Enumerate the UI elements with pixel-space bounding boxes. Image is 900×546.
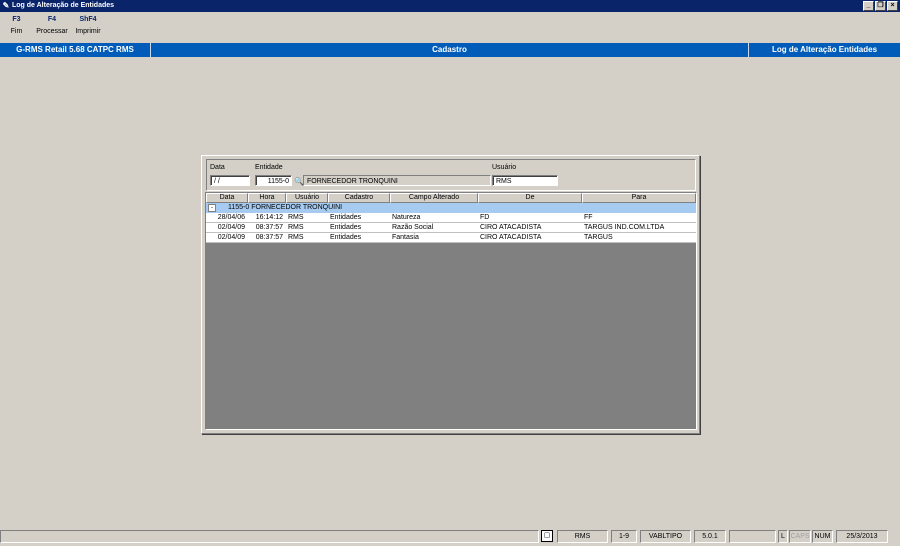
entidade-label: Entidade xyxy=(255,164,283,171)
processar-button[interactable]: F4 Processar xyxy=(33,14,71,40)
status-version: 5.0.1 xyxy=(694,530,726,543)
entidade-code-input[interactable]: 1155-0 xyxy=(255,175,292,186)
column-header-campo-alterado[interactable]: Campo Alterado xyxy=(390,193,478,203)
status-table: VABLTIPO xyxy=(640,530,691,543)
status-num: NUM xyxy=(812,530,833,543)
data-input[interactable]: / / xyxy=(210,175,250,186)
restore-icon[interactable]: ❐ xyxy=(875,1,886,11)
filter-group: Data / / Entidade 1155-0 🔍 FORNECEDOR TR… xyxy=(206,159,696,191)
column-header-data[interactable]: Data xyxy=(206,193,248,203)
fkey-f3-label: Fim xyxy=(10,28,23,35)
fkey-shf4: ShF4 xyxy=(79,16,97,23)
fkey-f3: F3 xyxy=(12,16,21,23)
minimize-icon[interactable]: _ xyxy=(863,1,874,11)
cell-campo-alterado: Fantasia xyxy=(392,234,419,241)
column-header-usuario[interactable]: Usuário xyxy=(286,193,328,203)
status-user: RMS xyxy=(557,530,608,543)
cell-data: 02/04/09 xyxy=(217,234,245,241)
app-version-label: G-RMS Retail 5.68 CATPC RMS xyxy=(16,45,134,54)
table-row[interactable]: 02/04/09 08:37:57 RMS Entidades Fantasia CIRO… xyxy=(206,233,696,243)
status-message xyxy=(0,530,539,543)
cell-cadastro: Entidades xyxy=(330,224,362,231)
column-header-para[interactable]: Para xyxy=(582,193,696,203)
fim-button[interactable]: F3 Fim xyxy=(0,14,33,40)
group-row[interactable]: - 1155-0 FORNECEDOR TRONQUINI xyxy=(206,203,696,213)
fkey-shf4-label: Imprimir xyxy=(75,28,101,35)
cell-campo-alterado: Natureza xyxy=(392,214,421,221)
table-row[interactable]: 28/04/06 16:14:12 RMS Entidades Natureza FD FF xyxy=(206,213,696,223)
usuario-label: Usuário xyxy=(492,164,517,171)
cell-de: CIRO ATACADISTA xyxy=(480,234,542,241)
pencil-icon: ✎ xyxy=(2,1,10,10)
column-header-hora[interactable]: Hora xyxy=(248,193,286,203)
grid-header: Data Hora Usuário Cadastro Campo Alterad… xyxy=(206,193,696,203)
cell-data: 02/04/09 xyxy=(217,224,245,231)
close-icon[interactable]: × xyxy=(887,1,898,11)
title-bar: ✎ Log de Alteração de Entidades _ ❐ × xyxy=(0,0,900,12)
cell-cadastro: Entidades xyxy=(330,234,362,241)
window-title: Log de Alteração de Entidades xyxy=(12,2,115,9)
status-bar: ▢ RMS 1-9 VABLTIPO 5.0.1 L CAPS NUM 25/3… xyxy=(0,529,900,545)
usuario-input[interactable]: RMS xyxy=(492,175,558,186)
fkey-f4: F4 xyxy=(47,16,57,23)
cell-usuario: RMS xyxy=(288,224,304,231)
cell-para: TARGUS xyxy=(584,234,613,241)
cell-para: FF xyxy=(584,214,593,221)
cell-para: TARGUS IND.COM.LTDA xyxy=(584,224,665,231)
grid-body: 28/04/06 16:14:12 RMS Entidades Natureza FD FF… xyxy=(206,213,696,243)
imprimir-button[interactable]: ShF4 Imprimir xyxy=(71,14,105,40)
cell-hora: 08:37:57 xyxy=(255,224,283,231)
screen-name: Log de Alteração Entidades xyxy=(771,45,878,54)
column-header-de[interactable]: De xyxy=(478,193,582,203)
cell-hora: 16:14:12 xyxy=(255,214,283,221)
cell-hora: 08:37:57 xyxy=(255,234,283,241)
collapse-icon[interactable]: - xyxy=(208,204,216,212)
cell-data: 28/04/06 xyxy=(217,214,245,221)
status-page: 1-9 xyxy=(611,530,637,543)
status-caps: CAPS xyxy=(789,530,811,543)
cell-usuario: RMS xyxy=(288,234,304,241)
data-label: Data xyxy=(210,164,225,171)
group-label: 1155-0 FORNECEDOR TRONQUINI xyxy=(228,204,343,211)
module-header: G-RMS Retail 5.68 CATPC RMS Cadastro Log… xyxy=(0,43,900,57)
log-panel: Data / / Entidade 1155-0 🔍 FORNECEDOR TR… xyxy=(201,155,700,434)
cell-campo-alterado: Razão Social xyxy=(392,224,434,231)
table-row[interactable]: 02/04/09 08:37:57 RMS Entidades Razão Social… xyxy=(206,223,696,233)
status-date: 25/3/2013 xyxy=(836,530,888,543)
clipboard-icon[interactable]: ▢ xyxy=(541,530,553,542)
function-key-bar: F3 Fim F4 Processar ShF4 Imprimir xyxy=(0,14,105,40)
column-header-cadastro[interactable]: Cadastro xyxy=(328,193,390,203)
cell-de: FD xyxy=(480,214,490,221)
log-grid: Data Hora Usuário Cadastro Campo Alterad… xyxy=(205,192,697,430)
module-name: Cadastro xyxy=(432,45,467,54)
window-controls: _ ❐ × xyxy=(863,1,898,11)
cell-cadastro: Entidades xyxy=(330,214,362,221)
cell-de: CIRO ATACADISTA xyxy=(480,224,542,231)
entidade-name-field: FORNECEDOR TRONQUINI xyxy=(303,175,491,186)
status-l: L xyxy=(778,530,788,543)
cell-usuario: RMS xyxy=(288,214,304,221)
status-blank xyxy=(729,530,776,543)
fkey-f4-label: Processar xyxy=(36,28,68,35)
